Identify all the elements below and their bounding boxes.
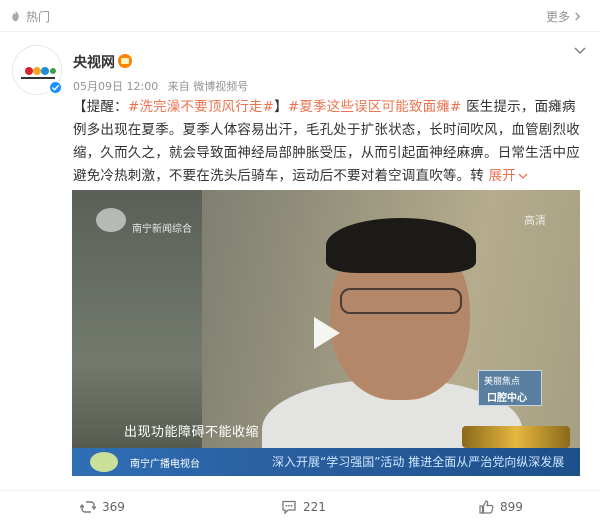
- post-source: 来自 微博视频号: [167, 80, 249, 93]
- station-watermark: 南宁新闻综合: [132, 224, 192, 235]
- chevron-right-icon: [575, 12, 581, 21]
- play-icon[interactable]: [306, 313, 346, 353]
- content-bracket: 】: [274, 99, 288, 115]
- doctor-hair: [326, 218, 476, 273]
- lower-third-bar: 南宁广播电视台 深入开展“学习强国”活动 推进全面从严治党向纵深发展: [72, 448, 580, 476]
- station-logo-icon: [96, 208, 126, 232]
- more-link[interactable]: 更多: [546, 8, 582, 25]
- content-prefix: 【提醒：: [73, 99, 128, 115]
- post-date[interactable]: 05月09日 12:00: [73, 80, 158, 93]
- sponsor-line2: 口腔中心: [487, 393, 527, 404]
- like-count: 899: [500, 500, 523, 514]
- check-icon: [51, 84, 60, 91]
- post-meta: 05月09日 12:00 来自 微博视频号: [73, 78, 254, 94]
- sponsor-badge: 美丽焦点 口腔中心: [478, 370, 542, 406]
- expand-label: 展开: [488, 168, 516, 184]
- hot-section-label: 热门: [26, 10, 51, 24]
- verified-badge: [48, 80, 63, 95]
- comment-icon: [282, 500, 296, 515]
- author-name[interactable]: 央视网: [73, 52, 115, 72]
- repost-button[interactable]: 369: [80, 499, 125, 515]
- comment-count: 221: [303, 500, 326, 514]
- chevron-down-icon[interactable]: [573, 46, 587, 56]
- more-label: 更多: [545, 10, 570, 24]
- fire-icon: [12, 9, 19, 22]
- channel-name: 南宁广播电视台: [130, 459, 200, 470]
- repost-count: 369: [102, 500, 125, 514]
- sponsor-line1: 美丽焦点: [484, 377, 521, 387]
- news-ticker: 深入开展“学习强国”活动 推进全面从严治党向纵深发展: [272, 455, 565, 469]
- repost-icon: [80, 501, 96, 513]
- expand-link[interactable]: 展开: [489, 168, 528, 184]
- comment-button[interactable]: 221: [281, 499, 326, 515]
- topic-tag[interactable]: #夏季这些误区可能致面瘫#: [288, 99, 462, 115]
- section-header: 热门 更多: [0, 0, 600, 32]
- like-button[interactable]: 899: [478, 499, 523, 515]
- vip-badge-icon: [118, 54, 132, 68]
- thumbs-up-icon: [479, 500, 494, 514]
- chevron-down-icon: [518, 173, 528, 179]
- post-content: 【提醒：#洗完澡不要顶风行走#】#夏季这些误区可能致面瘫# 医生提示，面瘫病例多…: [73, 96, 589, 188]
- tv-logo-icon: [90, 452, 118, 472]
- hd-watermark: 高清: [524, 214, 546, 227]
- doctor-glasses: [340, 288, 462, 314]
- program-ornament: [462, 426, 570, 448]
- video-subtitle: 出现功能障碍不能收缩: [124, 425, 260, 440]
- action-bar: 369 221 899: [0, 490, 600, 522]
- topic-tag[interactable]: #洗完澡不要顶风行走#: [128, 99, 274, 115]
- video-player[interactable]: 南宁新闻综合 高清 美丽焦点 口腔中心 出现功能障碍不能收缩 南宁广播电视台 深…: [72, 190, 580, 476]
